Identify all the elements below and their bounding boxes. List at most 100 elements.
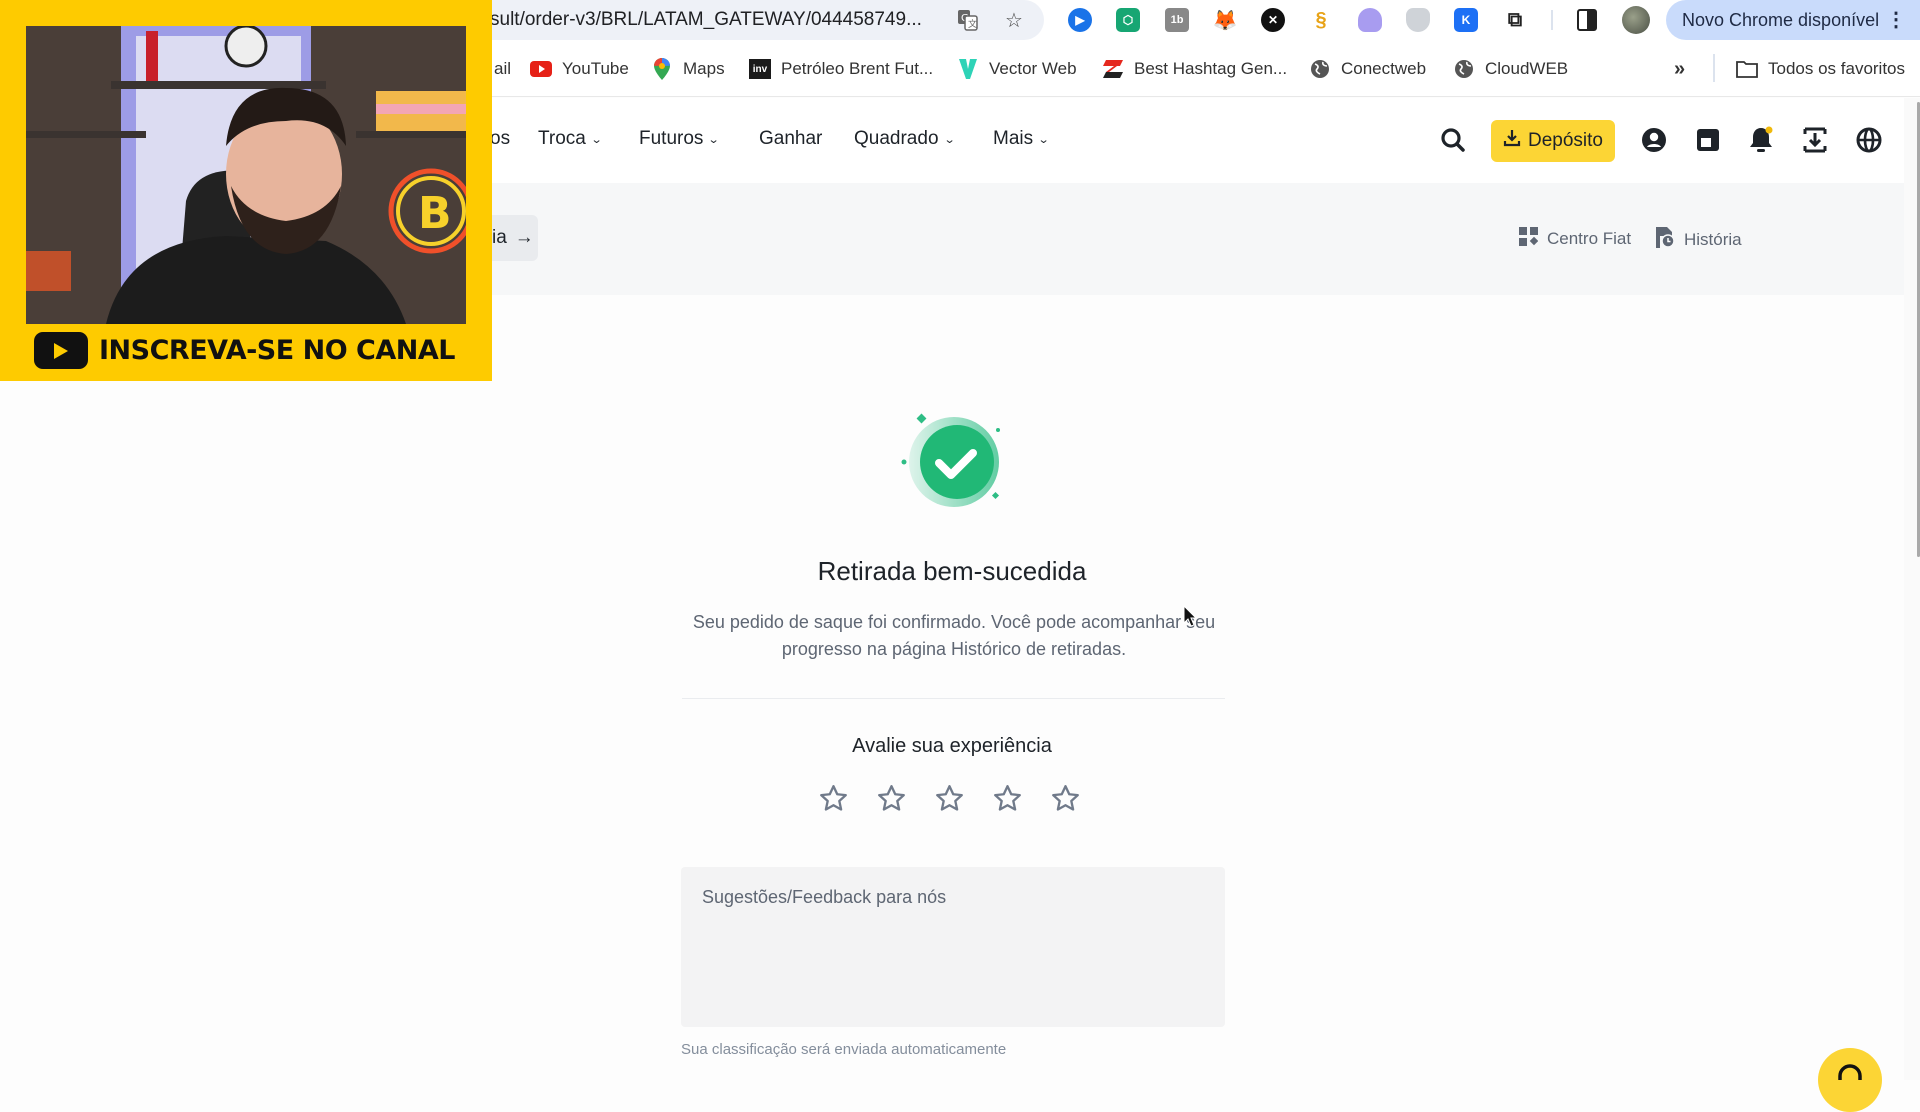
more-bookmarks-button[interactable]: » xyxy=(1674,56,1685,82)
bookmark-label: Conectweb xyxy=(1341,59,1427,78)
url-text[interactable]: sult/order-v3/BRL/LATAM_GATEWAY/04445874… xyxy=(490,9,922,31)
nav-label: Quadrado xyxy=(854,128,939,149)
nav-item-futuros[interactable]: Futuros ⌄ xyxy=(639,128,721,150)
nav-item-quadrado[interactable]: Quadrado ⌄ xyxy=(854,128,955,150)
bookmark-star-icon[interactable]: ☆ xyxy=(1002,8,1026,32)
webcam-overlay: B INSCREVA-SE NO CANAL xyxy=(0,0,492,381)
fiat-center-link[interactable]: Centro Fiat xyxy=(1519,227,1631,251)
metamask-fox-icon[interactable]: 🦊 xyxy=(1213,8,1238,32)
subscribe-banner: INSCREVA-SE NO CANAL xyxy=(34,332,455,369)
rating-title: Avalie sua experiência xyxy=(852,735,1052,757)
mouse-cursor-icon xyxy=(1183,605,1197,627)
bookmark-cloudweb[interactable]: CloudWEB xyxy=(1453,56,1568,82)
result-title: Retirada bem-sucedida xyxy=(817,556,1087,586)
maps-pin-icon xyxy=(651,58,673,80)
bookmark-label: Vector Web xyxy=(989,59,1077,78)
chevron-down-icon: ⌄ xyxy=(708,133,721,146)
all-bookmarks-button[interactable]: Todos os favoritos xyxy=(1736,56,1905,82)
bookmark-conectweb[interactable]: Conectweb xyxy=(1309,56,1426,82)
notifications-bell-icon[interactable] xyxy=(1747,126,1775,154)
bookmark-best-hashtag[interactable]: Best Hashtag Gen... xyxy=(1102,56,1287,82)
support-chat-button[interactable] xyxy=(1818,1048,1882,1112)
vector-icon xyxy=(957,59,979,79)
chevron-double-right-icon: » xyxy=(1674,57,1686,80)
bookmark-label: CloudWEB xyxy=(1485,59,1569,78)
bookmarks-divider xyxy=(1713,54,1715,82)
address-bar[interactable]: sult/order-v3/BRL/LATAM_GATEWAY/04445874… xyxy=(470,0,1044,40)
deposit-button[interactable]: Depósito xyxy=(1491,120,1615,162)
extension-x-icon[interactable]: ✕ xyxy=(1261,8,1285,32)
nav-item-partial[interactable]: os xyxy=(490,128,510,150)
language-globe-icon[interactable] xyxy=(1855,126,1883,154)
page-scrollbar[interactable] xyxy=(1904,98,1920,1080)
fiat-center-label: Centro Fiat xyxy=(1547,229,1632,248)
translate-icon[interactable]: G文 xyxy=(956,8,980,32)
side-panel-icon[interactable] xyxy=(1577,9,1597,31)
folder-icon xyxy=(1736,59,1758,79)
auto-submit-note: Sua classificação será enviada automatic… xyxy=(681,1041,1007,1058)
profile-avatar[interactable] xyxy=(1622,6,1650,34)
nav-label: Mais xyxy=(993,128,1034,149)
update-chrome-label: Novo Chrome disponível xyxy=(1682,9,1880,30)
success-check-icon xyxy=(897,407,1009,519)
back-label: ia xyxy=(492,227,507,248)
nav-label: Troca xyxy=(538,128,586,149)
all-bookmarks-label: Todos os favoritos xyxy=(1768,59,1906,78)
svg-text:B: B xyxy=(418,188,452,239)
feedback-textarea[interactable] xyxy=(681,867,1225,1027)
extension-s-chain-icon[interactable]: § xyxy=(1309,8,1333,32)
headset-icon xyxy=(1835,1062,1865,1087)
youtube-play-icon xyxy=(34,332,88,369)
update-chrome-button[interactable]: Novo Chrome disponível ⋮ xyxy=(1666,0,1920,40)
nav-item-mais[interactable]: Mais ⌄ xyxy=(993,128,1050,150)
withdrawal-result: Retirada bem-sucedida Seu pedido de saqu… xyxy=(0,295,1904,1080)
extension-blue-play-icon[interactable]: ▶ xyxy=(1068,8,1092,32)
bookmark-label: YouTube xyxy=(562,59,629,78)
section-divider xyxy=(682,698,1225,699)
bookmark-label: Maps xyxy=(683,59,725,78)
nav-item-troca[interactable]: Troca ⌄ xyxy=(538,128,603,150)
bookmark-label: Best Hashtag Gen... xyxy=(1134,59,1288,78)
download-icon xyxy=(1503,129,1521,153)
bookmark-maps[interactable]: Maps xyxy=(651,56,725,82)
extension-ghost-icon[interactable] xyxy=(1358,8,1382,32)
nav-label: os xyxy=(490,128,511,149)
bookmark-vector-web[interactable]: Vector Web xyxy=(957,56,1077,82)
bookmark-label: ail xyxy=(494,59,512,78)
extension-green-hex-icon[interactable]: ⬡ xyxy=(1116,8,1140,32)
history-link[interactable]: História xyxy=(1656,227,1742,253)
svg-text:文: 文 xyxy=(968,18,977,30)
webcam-video: B xyxy=(26,26,466,324)
account-icon[interactable] xyxy=(1640,126,1668,154)
chevron-down-icon: ⌄ xyxy=(590,133,603,146)
search-icon[interactable] xyxy=(1439,126,1467,154)
star-1-icon[interactable] xyxy=(818,783,849,814)
nav-label: Ganhar xyxy=(759,128,823,149)
star-3-icon[interactable] xyxy=(934,783,965,814)
history-icon xyxy=(1656,227,1675,253)
star-4-icon[interactable] xyxy=(992,783,1023,814)
star-rating[interactable] xyxy=(818,783,1081,814)
deposit-label: Depósito xyxy=(1528,130,1603,151)
result-description: Seu pedido de saque foi confirmado. Você… xyxy=(692,612,1216,659)
transfer-icon[interactable] xyxy=(1801,126,1829,154)
nav-label: Futuros xyxy=(639,128,704,149)
nav-item-ganhar[interactable]: Ganhar xyxy=(759,128,822,150)
chrome-menu-icon[interactable]: ⋮ xyxy=(1886,7,1906,32)
investing-icon: inv xyxy=(749,59,771,79)
toolbar-divider xyxy=(1551,10,1553,30)
extensions-puzzle-icon[interactable]: ⧉ xyxy=(1503,8,1527,32)
extension-1b-icon[interactable]: 1b xyxy=(1165,8,1189,32)
arrow-right-icon: → xyxy=(514,227,534,248)
grid-icon xyxy=(1519,227,1539,251)
star-2-icon[interactable] xyxy=(876,783,907,814)
bookmark-youtube[interactable]: YouTube xyxy=(530,56,629,82)
bookmark-petroleo[interactable]: inv Petróleo Brent Fut... xyxy=(749,56,933,82)
bookmark-gmail[interactable]: ail xyxy=(494,56,511,82)
bookmark-label: Petróleo Brent Fut... xyxy=(781,59,934,78)
extension-k-icon[interactable]: K xyxy=(1454,8,1478,32)
star-5-icon[interactable] xyxy=(1050,783,1081,814)
extension-shield-icon[interactable] xyxy=(1406,8,1430,32)
orders-icon[interactable] xyxy=(1694,126,1722,154)
hashtag-icon xyxy=(1102,59,1124,79)
